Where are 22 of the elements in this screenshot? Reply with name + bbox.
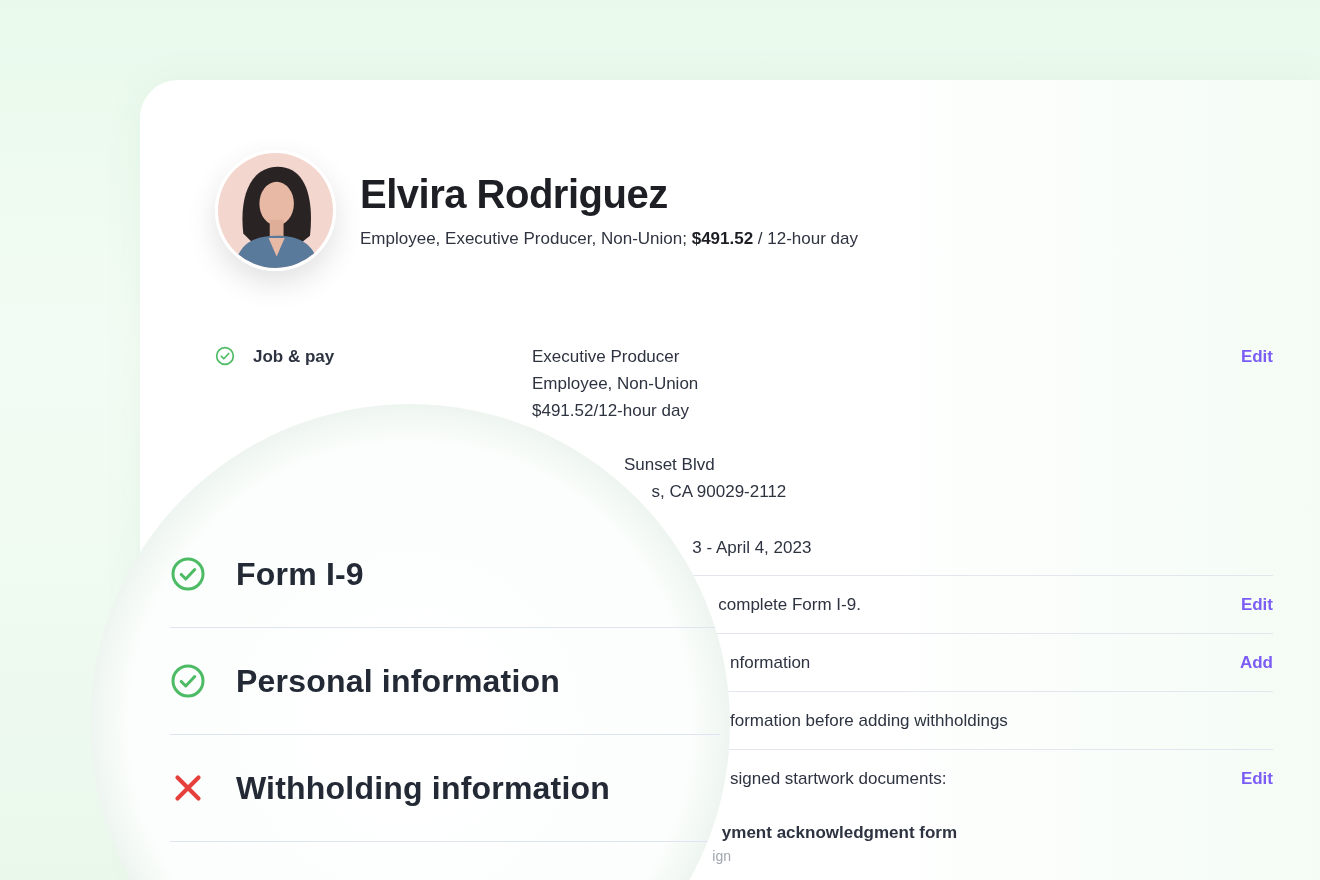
section-label: Form I-9 bbox=[236, 555, 364, 593]
detail-text: Sunset Blvd bbox=[623, 455, 715, 474]
section-label: Personal information bbox=[236, 662, 561, 700]
detail-text: signed startwork documents: bbox=[730, 769, 947, 788]
detail-text: Executive Producer bbox=[532, 346, 681, 368]
section-label: Withholding information bbox=[236, 769, 610, 807]
detail-text: yment acknowledgment form bbox=[721, 823, 958, 842]
employee-name: Elvira Rodriguez bbox=[360, 172, 669, 217]
detail-text: 3 - April 4, 2023 bbox=[692, 538, 812, 557]
section-label: Job & pay bbox=[253, 346, 336, 368]
edit-link[interactable]: Edit bbox=[1240, 343, 1273, 370]
action-link[interactable]: Add bbox=[1239, 649, 1273, 676]
detail-text: Employee, Non-Union bbox=[532, 373, 700, 395]
detail-text: ign bbox=[712, 848, 731, 864]
detail-text: nformation bbox=[730, 653, 811, 672]
detail-text: complete Form I-9. bbox=[718, 595, 861, 614]
action-link[interactable]: Edit bbox=[1240, 765, 1273, 792]
detail-text: s, CA 90029-2112 bbox=[651, 482, 787, 501]
detail-text: $491.52/12-hour day bbox=[532, 400, 690, 422]
employee-summary: Employee, Executive Producer, Non-Union; $491.52 / 12-hour day bbox=[360, 229, 859, 249]
detail-text: formation before adding withholdings bbox=[730, 711, 1008, 730]
action-link[interactable]: Edit bbox=[1240, 591, 1273, 618]
